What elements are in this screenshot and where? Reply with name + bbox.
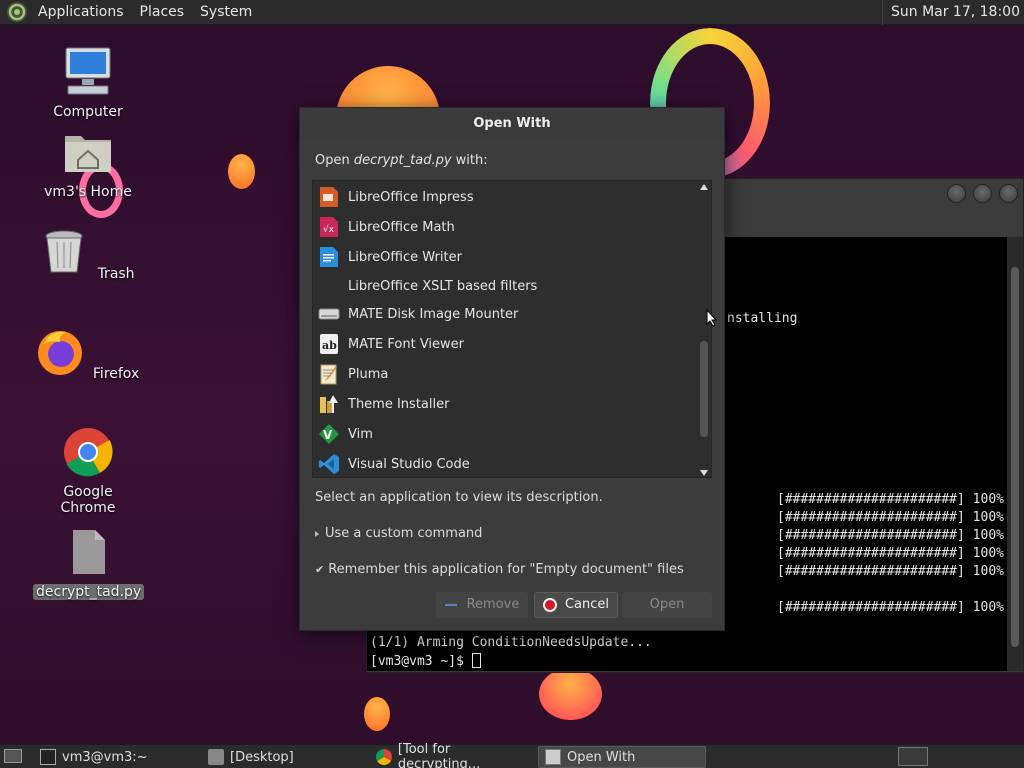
scroll-down-arrow-icon[interactable] <box>700 470 708 476</box>
terminal-progress-line: [######################] 100% <box>777 564 1004 579</box>
custom-command-expander[interactable]: Use a custom command <box>315 526 482 541</box>
taskbar-item-chrome[interactable]: [Tool for decrypting... <box>370 742 536 768</box>
remember-checkbox[interactable]: ✔ Remember this application for "Empty d… <box>315 562 684 577</box>
menu-system[interactable]: System <box>192 0 260 25</box>
panel-clock[interactable]: Sun Mar 17, 18:00 <box>881 0 1024 25</box>
wallpaper-bottom-small-blob <box>364 697 390 731</box>
panel-menu-bar: Applications Places System <box>30 0 260 25</box>
mouse-pointer-icon <box>706 309 718 327</box>
open-button[interactable]: Open <box>622 592 712 618</box>
desktop-icon-computer[interactable]: Computer <box>33 46 143 120</box>
folder-icon <box>208 749 224 765</box>
terminal-line: (1/1) Arming ConditionNeedsUpdate... <box>370 635 652 650</box>
app-description: Select an application to view its descri… <box>315 490 603 505</box>
app-row-libreoffice-math[interactable]: √x LibreOffice Math <box>313 212 697 242</box>
app-row-libreoffice-writer[interactable]: LibreOffice Writer <box>313 242 697 272</box>
trash-icon <box>45 230 83 273</box>
svg-text:V: V <box>323 428 333 442</box>
chrome-icon <box>64 428 113 477</box>
wallpaper-small-blob <box>228 154 255 189</box>
terminal-line: nstalling <box>727 311 798 326</box>
libreoffice-math-icon: √x <box>318 216 340 238</box>
minimize-button[interactable] <box>947 184 966 203</box>
disk-image-icon <box>318 303 340 325</box>
desktop-icon-label: Computer <box>53 104 123 120</box>
scrollbar-thumb[interactable] <box>1011 267 1019 647</box>
scrollbar-thumb[interactable] <box>700 341 708 437</box>
terminal-progress-line: [######################] 100% <box>777 510 1004 525</box>
chrome-icon <box>376 749 392 765</box>
application-list[interactable]: LibreOffice Impress √x LibreOffice Math … <box>312 180 712 478</box>
terminal-progress-line: [######################] 100% <box>777 546 1004 561</box>
remove-button[interactable]: Remove <box>436 592 528 618</box>
app-row-mate-disk-image-mounter[interactable]: MATE Disk Image Mounter <box>313 299 697 329</box>
svg-text:ab: ab <box>322 339 337 352</box>
application-list-scrollbar[interactable] <box>697 181 711 477</box>
menu-places[interactable]: Places <box>132 0 193 25</box>
terminal-prompt: [vm3@vm3 ~]$ <box>370 653 481 669</box>
terminal-progress-line: [######################] 100% <box>777 528 1004 543</box>
desktop-icon-decrypt-file[interactable]: decrypt_tad.py <box>33 526 145 600</box>
libreoffice-writer-icon <box>318 246 340 268</box>
desktop-icon-trash[interactable]: Trash <box>33 226 143 282</box>
svg-text:√x: √x <box>323 224 335 235</box>
expander-arrow-icon <box>315 530 319 537</box>
desktop-icon-home[interactable]: vm3's Home <box>33 126 143 200</box>
terminal-progress-line: [######################] 100% <box>777 600 1004 615</box>
app-row-libreoffice-xslt[interactable]: LibreOffice XSLT based filters <box>313 271 697 301</box>
bottom-panel: vm3@vm3:~ [Desktop] [Tool for decrypting… <box>0 742 1024 768</box>
libreoffice-impress-icon <box>318 186 340 208</box>
close-button[interactable] <box>999 184 1018 203</box>
file-icon <box>73 530 105 574</box>
app-row-vim[interactable]: V Vim <box>313 419 697 449</box>
app-row-theme-installer[interactable]: Theme Installer <box>313 389 697 419</box>
cancel-button[interactable]: Cancel <box>534 592 618 618</box>
home-folder-icon <box>65 136 111 172</box>
cancel-icon <box>542 598 557 612</box>
pluma-icon <box>318 363 340 385</box>
desktop-icon-label: Trash <box>97 266 135 282</box>
desktop-icon-chrome[interactable]: Google Chrome <box>33 426 143 516</box>
computer-icon <box>65 47 111 95</box>
terminal-scrollbar[interactable] <box>1007 237 1023 671</box>
desktop-icon-label: decrypt_tad.py <box>33 584 145 600</box>
menu-applications[interactable]: Applications <box>30 0 132 25</box>
desktop-icon-label: vm3's Home <box>44 184 132 200</box>
terminal-cursor <box>471 653 481 668</box>
app-row-visual-studio-code[interactable]: Visual Studio Code <box>313 449 697 477</box>
app-row-pluma[interactable]: Pluma <box>313 359 697 389</box>
wallpaper-bottom-blob <box>539 668 602 720</box>
dialog-prompt: Open decrypt_tad.py with: <box>315 153 488 168</box>
show-desktop-icon[interactable] <box>4 749 22 763</box>
maximize-button[interactable] <box>973 184 992 203</box>
vscode-icon <box>318 453 340 475</box>
scroll-up-arrow-icon[interactable] <box>700 184 708 190</box>
workspace-switcher[interactable] <box>898 747 928 766</box>
checkmark-icon: ✔ <box>315 563 325 576</box>
terminal-icon <box>40 749 56 765</box>
app-row-mate-font-viewer[interactable]: ab MATE Font Viewer <box>313 329 697 359</box>
top-panel: Applications Places System Sun Mar 17, 1… <box>0 0 1024 25</box>
firefox-icon <box>37 331 82 375</box>
vim-icon: V <box>318 423 340 445</box>
desktop-icon-firefox[interactable]: Firefox <box>33 326 143 382</box>
blank-icon <box>318 275 340 297</box>
taskbar-item-terminal[interactable]: vm3@vm3:~ <box>34 746 200 768</box>
taskbar-item-desktop[interactable]: [Desktop] <box>202 746 368 768</box>
mate-logo-icon[interactable] <box>6 1 28 23</box>
theme-installer-icon <box>318 393 340 415</box>
open-with-dialog[interactable]: Open With Open decrypt_tad.py with: Libr… <box>299 107 725 631</box>
terminal-progress-line: [######################] 100% <box>777 492 1004 507</box>
desktop-icon-label: Firefox <box>92 366 140 382</box>
app-row-libreoffice-impress[interactable]: LibreOffice Impress <box>313 182 697 212</box>
prompt-filename: decrypt_tad.py <box>353 153 452 168</box>
taskbar-item-open-with[interactable]: Open With <box>538 746 706 768</box>
minus-icon <box>444 604 457 606</box>
dialog-title[interactable]: Open With <box>300 108 724 140</box>
desktop-icon-label: Google Chrome <box>60 484 116 516</box>
font-viewer-icon: ab <box>318 333 340 355</box>
dialog-icon <box>545 749 561 765</box>
